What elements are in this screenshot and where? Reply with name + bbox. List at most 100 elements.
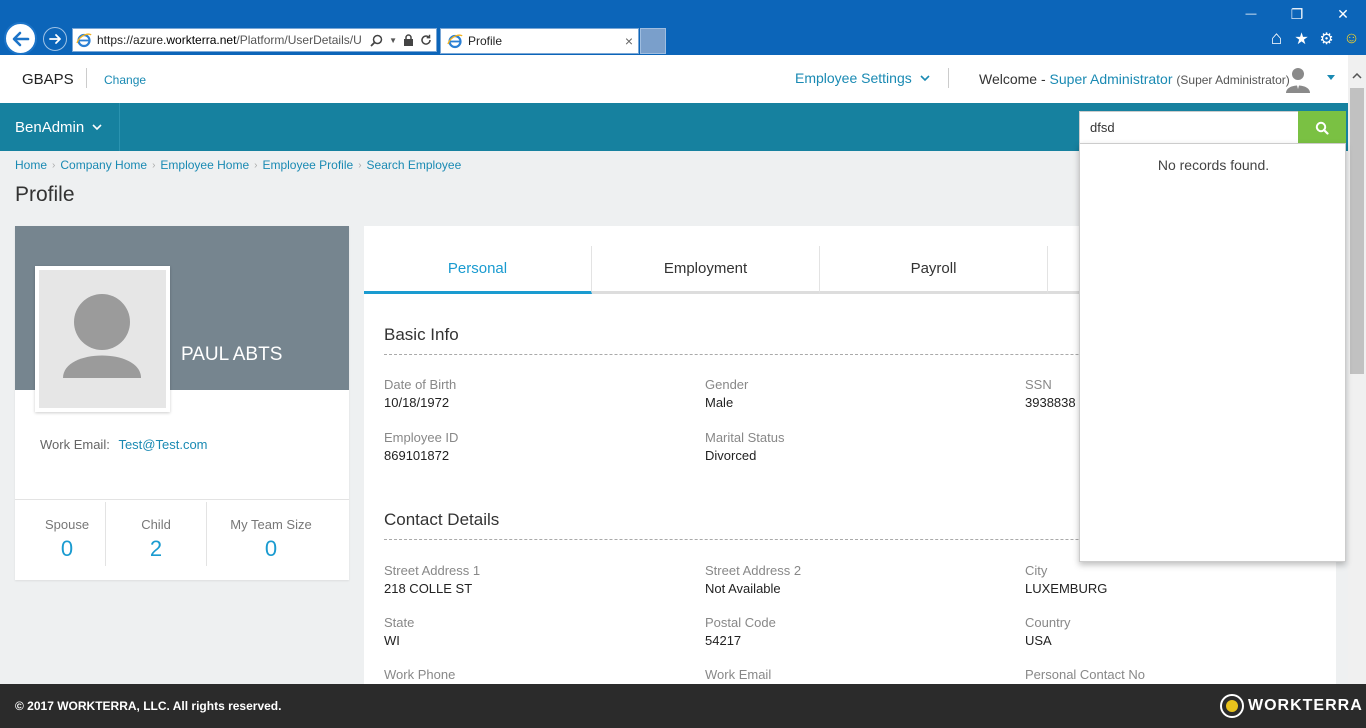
favorites-star-icon[interactable]: ★ — [1293, 30, 1310, 48]
copyright-text: © 2017 WORKTERRA, LLC. All rights reserv… — [15, 699, 282, 713]
minimize-button[interactable]: — — [1228, 0, 1274, 28]
work-email-link[interactable]: Test@Test.com — [118, 437, 207, 452]
field-label: Country — [1025, 615, 1071, 630]
close-window-button[interactable]: ✕ — [1320, 0, 1366, 28]
search-results-dropdown[interactable]: No records found. — [1079, 143, 1346, 562]
breadcrumb-separator-icon: › — [152, 159, 156, 171]
basic-info-title: Basic Info — [384, 325, 459, 344]
field-label: Street Address 1 — [384, 563, 481, 578]
arrow-left-icon — [12, 31, 29, 46]
home-icon[interactable]: ⌂ — [1268, 28, 1285, 49]
stat-label: Child — [141, 517, 171, 532]
field-label: Work Phone — [384, 667, 456, 682]
field-work-email: Work Email — [705, 667, 771, 682]
avatar-placeholder-icon — [39, 270, 166, 408]
forward-button[interactable] — [43, 27, 67, 51]
settings-gear-icon[interactable]: ⚙ — [1318, 30, 1335, 48]
address-actions: ▼ — [370, 34, 436, 47]
refresh-icon[interactable] — [420, 34, 432, 46]
field-label: Date of Birth — [384, 377, 457, 392]
field-street-address-2: Street Address 2 Not Available — [705, 563, 801, 596]
stat-spouse[interactable]: Spouse 0 — [40, 517, 94, 562]
address-bar[interactable]: https://azure.workterra.net/Platform/Use… — [72, 28, 437, 52]
welcome-prefix: Welcome - — [979, 71, 1046, 87]
url-path: /Platform/UserDetails/U — [236, 33, 362, 47]
stat-label: Spouse — [44, 517, 90, 532]
change-company-link[interactable]: Change — [104, 73, 146, 87]
logo-text: WORKTERRA — [1248, 697, 1363, 714]
scroll-up-arrow-icon[interactable] — [1348, 66, 1366, 86]
field-value: 10/18/1972 — [384, 395, 450, 410]
chevron-down-icon — [92, 123, 102, 130]
breadcrumb-separator-icon: › — [52, 159, 56, 171]
close-tab-icon[interactable]: × — [625, 33, 633, 49]
field-label: City — [1025, 563, 1048, 578]
field-value: 3938838 — [1025, 395, 1076, 410]
field-postal-code: Postal Code 54217 — [705, 615, 776, 648]
workterra-logo: WORKTERRA — [1220, 694, 1363, 718]
breadcrumb-search-employee[interactable]: Search Employee — [367, 158, 462, 172]
profile-photo[interactable] — [35, 266, 170, 412]
search-icon — [1315, 121, 1329, 135]
url-text[interactable]: https://azure.workterra.net/Platform/Use… — [97, 33, 370, 47]
lock-icon[interactable] — [403, 34, 414, 46]
employee-settings-label: Employee Settings — [795, 70, 912, 86]
chevron-down-icon — [920, 74, 930, 81]
stat-value: 2 — [149, 536, 163, 561]
field-label: Street Address 2 — [705, 563, 802, 578]
field-label: State — [384, 615, 415, 630]
field-value: 54217 — [705, 633, 742, 648]
field-gender: Gender Male — [705, 377, 748, 410]
breadcrumb: Home › Company Home › Employee Home › Em… — [15, 158, 461, 172]
user-avatar-icon[interactable] — [1284, 65, 1312, 93]
field-value: Male — [705, 395, 734, 410]
back-button[interactable] — [4, 22, 37, 55]
tab-title: Profile — [468, 34, 503, 48]
stat-separator — [105, 502, 106, 566]
field-value: Not Available — [705, 581, 781, 596]
employee-search-input[interactable]: dfsd — [1079, 111, 1299, 144]
field-country: Country USA — [1025, 615, 1071, 648]
stat-child[interactable]: Child 2 — [127, 517, 185, 562]
module-selector[interactable]: BenAdmin — [0, 103, 120, 151]
stat-value: 0 — [264, 536, 278, 561]
browser-tab-profile[interactable]: Profile × — [440, 28, 639, 54]
field-employee-id: Employee ID 869101872 — [384, 430, 458, 463]
workterra-logo-icon — [1220, 694, 1244, 718]
search-button[interactable] — [1298, 111, 1346, 144]
tab-employment[interactable]: Employment — [592, 246, 820, 294]
welcome-text: Welcome - Super Administrator (Super Adm… — [979, 71, 1290, 87]
stat-team-size[interactable]: My Team Size 0 — [221, 517, 321, 562]
tab-payroll[interactable]: Payroll — [820, 246, 1048, 294]
breadcrumb-company-home[interactable]: Company Home — [60, 158, 147, 172]
stat-value: 0 — [60, 536, 74, 561]
page-title: Profile — [15, 183, 75, 206]
user-menu-caret-icon[interactable] — [1327, 75, 1335, 80]
no-records-message: No records found. — [1157, 157, 1270, 173]
breadcrumb-home[interactable]: Home — [15, 158, 47, 172]
breadcrumb-employee-profile[interactable]: Employee Profile — [262, 158, 353, 172]
breadcrumb-employee-home[interactable]: Employee Home — [160, 158, 249, 172]
field-state: State WI — [384, 615, 414, 648]
work-email-row: Work Email: Test@Test.com — [40, 437, 208, 452]
restore-button[interactable]: ❐ — [1274, 0, 1320, 28]
search-icon[interactable] — [370, 34, 383, 47]
app-header: GBAPS Change Employee Settings Welcome -… — [0, 55, 1348, 103]
dropdown-arrow-icon[interactable]: ▼ — [389, 36, 397, 45]
stats-divider — [15, 499, 349, 500]
user-name-link[interactable]: Super Administrator — [1050, 71, 1173, 87]
new-tab-button[interactable] — [640, 28, 666, 54]
employee-settings-menu[interactable]: Employee Settings — [795, 70, 930, 86]
ie-logo-icon — [76, 33, 92, 48]
scrollbar-thumb[interactable] — [1350, 88, 1364, 374]
tab-personal[interactable]: Personal — [364, 246, 592, 294]
field-value: USA — [1025, 633, 1052, 648]
field-city: City LUXEMBURG — [1025, 563, 1107, 596]
field-street-address-1: Street Address 1 218 COLLE ST — [384, 563, 480, 596]
smiley-feedback-icon[interactable]: ☺ — [1343, 30, 1360, 47]
field-label: SSN — [1025, 377, 1052, 392]
field-ssn: SSN 3938838 — [1025, 377, 1076, 410]
module-label: BenAdmin — [15, 118, 85, 136]
ie-logo-icon — [447, 34, 463, 49]
field-label: Gender — [705, 377, 749, 392]
